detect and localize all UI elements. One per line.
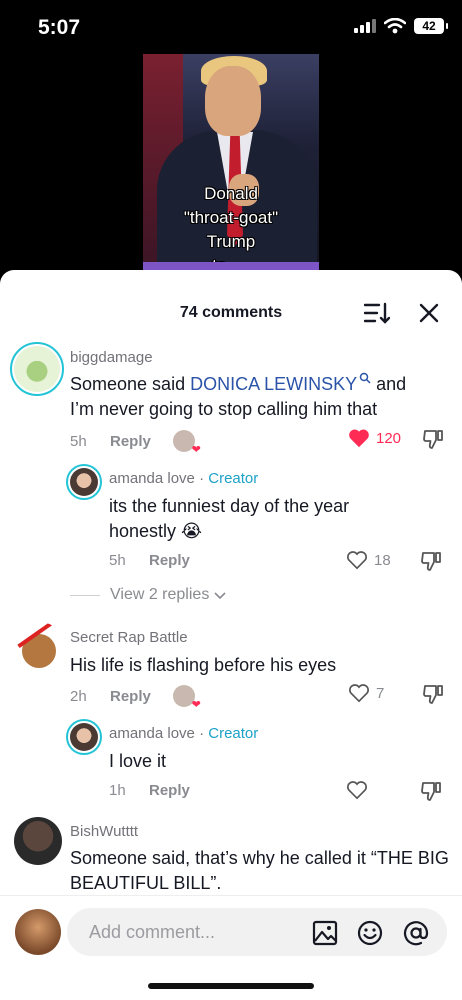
video-figure-head (205, 66, 261, 136)
search-link-text: DONICA LEWINSKY (190, 374, 358, 394)
reply-username-text: amanda love (109, 470, 195, 487)
dislike-icon[interactable] (422, 428, 444, 450)
dislike-icon[interactable] (420, 550, 442, 572)
avatar[interactable] (12, 622, 66, 676)
heart-icon (349, 429, 369, 448)
comment-text-part: Someone said (70, 374, 191, 394)
close-icon[interactable] (418, 302, 440, 324)
my-avatar[interactable] (15, 909, 61, 955)
comment-text: Someone said, that’s why he called it “T… (70, 848, 449, 893)
reply-username-text: amanda love (109, 725, 195, 742)
like-count: 18 (374, 551, 391, 569)
heart-icon (347, 781, 367, 800)
avatar[interactable] (66, 464, 102, 500)
like-button[interactable] (346, 780, 368, 800)
comments-sheet: 74 comments biggdamage Someone said DONI… (0, 270, 462, 1000)
avatar[interactable] (66, 719, 102, 755)
signal-icon (354, 19, 376, 33)
heart-icon (347, 551, 367, 570)
sort-icon[interactable] (364, 302, 390, 324)
video-progress-bar (143, 262, 319, 270)
caption-line: Donald (204, 184, 258, 203)
status-icons: 42 (354, 18, 448, 34)
view-replies-button[interactable]: View 2 replies (70, 586, 227, 604)
heart-icon (349, 684, 369, 703)
status-time: 5:07 (38, 16, 81, 39)
video-caption: Donald "throat-goat" Trump to .... (143, 182, 319, 270)
username-separator: · (194, 470, 209, 487)
like-count: 7 (376, 684, 385, 702)
caption-line: Trump (206, 232, 256, 251)
search-link[interactable]: DONICA LEWINSKY (190, 372, 371, 394)
search-small-icon (359, 372, 371, 384)
video-preview[interactable]: Donald "throat-goat" Trump to .... (143, 54, 319, 270)
avatar[interactable] (10, 342, 64, 396)
creator-liked-avatar (172, 430, 201, 456)
avatar[interactable] (14, 817, 62, 865)
creator-badge: Creator (208, 470, 259, 487)
comment-text: His life is flashing before his eyes (70, 655, 337, 675)
reply-username[interactable]: amanda love · Creator (109, 725, 258, 742)
like-button[interactable]: 18 (346, 550, 391, 570)
username-separator: · (194, 725, 209, 742)
divider (70, 594, 100, 596)
like-button[interactable]: 7 (348, 683, 384, 703)
home-indicator[interactable] (148, 983, 314, 989)
reply-text: I love it (109, 751, 167, 771)
creator-liked-avatar (172, 685, 201, 711)
battery-icon: 42 (414, 18, 448, 34)
reply-button[interactable]: Reply (149, 552, 190, 569)
comment-username[interactable]: BishWutttt (70, 823, 138, 840)
chevron-down-icon (214, 592, 226, 600)
comment-time: 5h (109, 552, 126, 569)
comments-header: 74 comments (0, 270, 462, 334)
comment-meta: 5h Reply (70, 430, 201, 456)
reply-text: its the funniest day of the year honestl… (109, 496, 350, 541)
comment-time: 1h (109, 782, 126, 799)
dislike-icon[interactable] (422, 683, 444, 705)
comment-count: 74 comments (179, 304, 283, 321)
reply-username[interactable]: amanda love · Creator (109, 470, 258, 487)
comment-meta: 5h Reply (109, 552, 190, 569)
comment-time: 2h (70, 687, 87, 705)
reply-button[interactable]: Reply (149, 782, 190, 799)
comment-time: 5h (70, 432, 87, 450)
comment-username[interactable]: Secret Rap Battle (70, 629, 188, 646)
caption-line: "throat-goat" (183, 208, 279, 227)
comment-text: Someone said DONICA LEWINSKY and I’m nev… (70, 372, 430, 422)
wifi-icon (384, 18, 406, 34)
dislike-icon[interactable] (420, 780, 442, 802)
view-replies-label: View 2 replies (110, 586, 210, 603)
like-count: 120 (376, 429, 402, 447)
status-bar: 5:07 42 (0, 0, 462, 54)
reply-button[interactable]: Reply (110, 433, 151, 450)
creator-badge: Creator (208, 725, 259, 742)
comment-input[interactable]: Add comment... (67, 908, 447, 956)
comment-username[interactable]: biggdamage (70, 349, 153, 366)
emoji-icon[interactable] (357, 920, 383, 946)
comment-input-placeholder: Add comment... (89, 922, 216, 942)
reply-button[interactable]: Reply (110, 688, 151, 705)
mention-icon[interactable] (403, 920, 429, 946)
like-button[interactable]: 120 (348, 428, 401, 448)
comment-meta: 1h Reply (109, 782, 190, 799)
comment-meta: 2h Reply (70, 685, 201, 711)
image-icon[interactable] (312, 920, 338, 946)
